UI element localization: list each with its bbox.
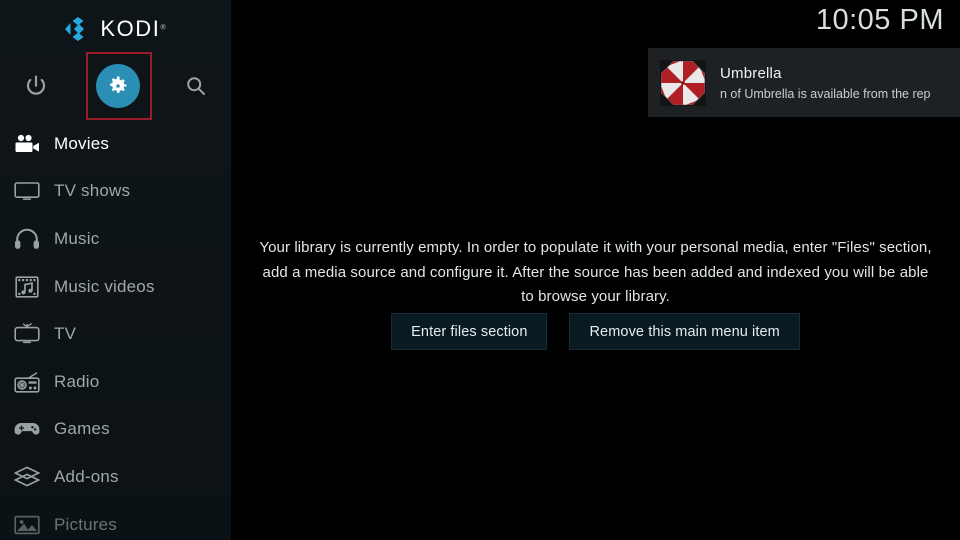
sidebar-item-label: TV shows [54, 181, 131, 201]
sidebar-item-music-videos[interactable]: Music videos [0, 263, 231, 311]
notification-message: n of Umbrella is available from the rep [720, 86, 931, 101]
sidebar-item-games[interactable]: Games [0, 406, 231, 454]
sidebar-item-tv[interactable]: TV [0, 310, 231, 358]
kodi-wordmark: KODI [100, 16, 161, 41]
settings-highlight-box [86, 52, 152, 120]
kodi-home-screen: Your library is currently empty. In orde… [0, 0, 960, 540]
movie-camera-icon [10, 130, 44, 158]
notification-text: Umbrella n of Umbrella is available from… [720, 64, 931, 102]
sidebar-item-label: Music videos [54, 276, 155, 296]
power-icon [26, 75, 46, 95]
notification-toast[interactable]: Umbrella n of Umbrella is available from… [648, 48, 960, 117]
kodi-logo-icon [65, 17, 85, 41]
tv-antenna-icon [10, 320, 44, 348]
sidebar-item-movies[interactable]: Movies [0, 120, 231, 168]
radio-icon [10, 368, 44, 396]
sidebar-divider [231, 0, 233, 540]
enter-files-section-button[interactable]: Enter files section [391, 313, 548, 350]
power-button[interactable] [2, 52, 70, 120]
kodi-trademark: ® [160, 24, 166, 32]
sidebar-menu: Movies TV shows Music Music videos TV Ra… [0, 120, 231, 540]
notification-title: Umbrella [720, 64, 782, 82]
remove-main-menu-item-button[interactable]: Remove this main menu item [569, 313, 800, 350]
sidebar-item-radio[interactable]: Radio [0, 358, 231, 406]
kodi-logo-text: KODI® [100, 16, 165, 42]
search-icon [187, 77, 205, 95]
sidebar-item-music[interactable]: Music [0, 215, 231, 263]
sidebar: KODI® Movies TV shows Music Music videos… [0, 0, 231, 540]
gamepad-icon [10, 415, 44, 443]
sidebar-item-label: Movies [54, 133, 110, 153]
empty-library-actions: Enter files section Remove this main men… [231, 313, 960, 350]
sidebar-item-label: Radio [54, 371, 100, 391]
sidebar-item-pictures[interactable]: Pictures [0, 501, 231, 540]
sidebar-item-label: TV [54, 324, 77, 344]
television-icon [10, 177, 44, 205]
sidebar-item-label: Add-ons [54, 466, 119, 486]
sidebar-item-add-ons[interactable]: Add-ons [0, 453, 231, 501]
sidebar-item-label: Music [54, 228, 100, 248]
addons-box-icon [10, 463, 44, 491]
pictures-icon [10, 511, 44, 539]
sidebar-item-label: Pictures [54, 514, 118, 534]
headphones-icon [10, 225, 44, 253]
umbrella-corp-icon [660, 59, 706, 106]
search-button[interactable] [162, 52, 230, 120]
kodi-logo: KODI® [0, 12, 231, 46]
clock: 10:05 PM [815, 4, 944, 36]
sidebar-item-label: Games [54, 419, 110, 439]
music-film-icon [10, 273, 44, 301]
sidebar-item-tv-shows[interactable]: TV shows [0, 168, 231, 216]
